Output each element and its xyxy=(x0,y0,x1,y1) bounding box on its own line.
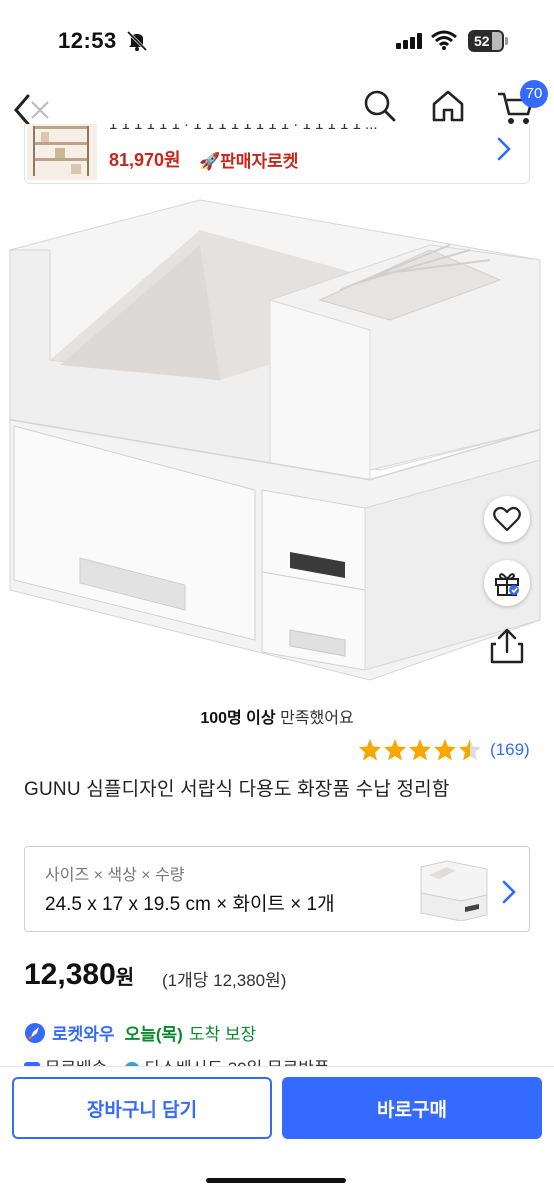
satisfaction-suffix: 만족했어요 xyxy=(275,710,354,727)
wishlist-button[interactable] xyxy=(484,496,530,542)
delivery-guarantee: 도착 보장 xyxy=(188,1025,257,1044)
promo-seller-rocket: 🚀판매자로켓 xyxy=(199,147,298,172)
gift-icon xyxy=(495,573,519,596)
price-currency: 원 xyxy=(115,967,135,989)
status-time: 12:53 xyxy=(58,28,117,53)
wifi-icon xyxy=(431,30,457,50)
share-icon[interactable] xyxy=(488,626,526,666)
promo-seller-label: 판매자로켓 xyxy=(220,152,299,171)
delivery-day: 오늘(목) xyxy=(124,1025,183,1044)
chevron-right-icon xyxy=(502,880,516,904)
bell-muted-icon xyxy=(126,31,148,51)
home-icon[interactable] xyxy=(430,88,466,124)
rocket-icon: 🚀 xyxy=(199,152,221,171)
promo-thumbnail xyxy=(27,124,97,180)
add-to-cart-button[interactable]: 장바구니 담기 xyxy=(12,1077,272,1139)
rocket-wow-label: 로켓와우 xyxy=(52,1025,115,1044)
battery-empty-part xyxy=(492,32,502,50)
promo-price: 81,970원 xyxy=(109,150,181,170)
satisfaction-count: 100명 이상 xyxy=(200,710,276,727)
rocket-wow-icon xyxy=(25,1022,45,1043)
battery-indicator: 52 xyxy=(468,30,508,52)
product-title: GUNU 심플디자인 서랍식 다용도 화장품 수납 정리함 xyxy=(24,779,450,800)
delivery-info: 로켓와우 오늘(목) 도착 보장 xyxy=(24,1020,256,1045)
status-bar: 12:53 52 xyxy=(0,0,554,80)
option-label: 사이즈 × 색상 × 수량 xyxy=(45,867,185,884)
option-selector[interactable]: 사이즈 × 색상 × 수량 24.5 x 17 x 19.5 cm × 화이트 … xyxy=(24,846,530,932)
cellular-signal-icon xyxy=(396,33,422,49)
battery-tip xyxy=(505,37,508,45)
price: 12,380원 xyxy=(24,958,134,992)
promo-banner[interactable]: 1 1 1 1 1 1 · 1 1 1 1 1 1 1 1 · 1 1 1 1 … xyxy=(24,124,530,184)
option-value: 24.5 x 17 x 19.5 cm × 화이트 × 1개 xyxy=(45,894,335,915)
satisfaction-text: 100명 이상 만족했어요 xyxy=(0,704,554,728)
cart-count-badge: 70 xyxy=(520,80,548,108)
search-icon[interactable] xyxy=(362,88,398,124)
price-per-unit: (1개당 12,380원) xyxy=(162,971,287,990)
promo-title: 1 1 1 1 1 1 · 1 1 1 1 1 1 1 1 · 1 1 1 1 … xyxy=(109,124,378,133)
option-thumbnail xyxy=(420,860,488,921)
rating-row[interactable]: (169) xyxy=(358,738,530,762)
home-indicator[interactable] xyxy=(206,1178,346,1183)
gift-button[interactable] xyxy=(484,560,530,606)
price-amount: 12,380 xyxy=(24,958,116,991)
rating-count[interactable]: (169) xyxy=(490,740,530,760)
star-rating-icon xyxy=(359,739,481,761)
heart-icon xyxy=(493,506,521,532)
chevron-right-icon[interactable] xyxy=(494,136,514,162)
buy-now-button[interactable]: 바로구매 xyxy=(282,1077,542,1139)
product-image[interactable] xyxy=(0,190,554,690)
